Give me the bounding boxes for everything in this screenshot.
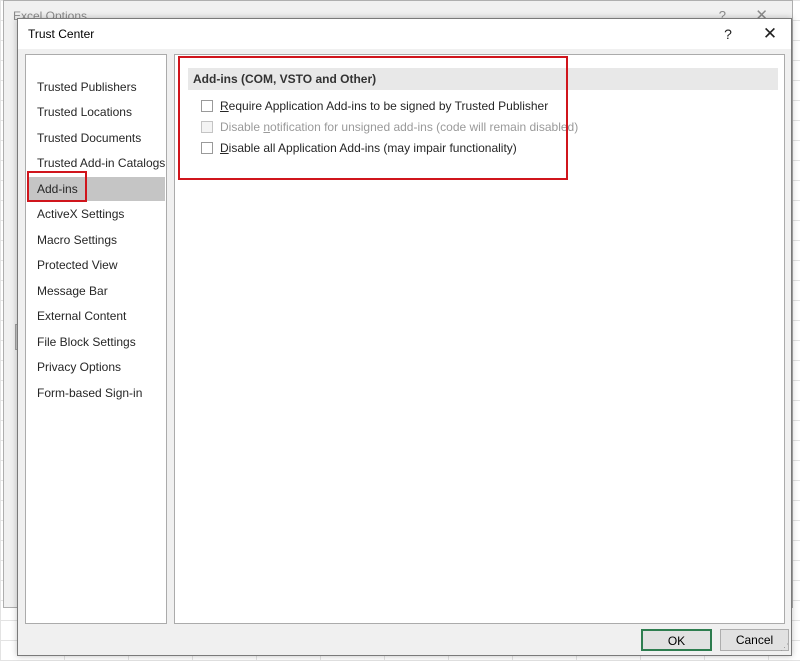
require-signed-label: Require Application Add-ins to be signed…	[220, 99, 549, 113]
nav-item-file-block-settings[interactable]: File Block Settings	[27, 330, 165, 354]
ok-button[interactable]: OK	[641, 629, 712, 651]
require-signed-checkbox[interactable]	[201, 100, 213, 112]
nav-item-message-bar[interactable]: Message Bar	[27, 279, 165, 303]
disable-notification-label: Disable notification for unsigned add-in…	[220, 120, 579, 134]
resize-grip-icon[interactable]: ⋰	[780, 642, 789, 653]
nav-item-add-ins[interactable]: Add-ins	[27, 177, 165, 201]
nav-item-trusted-locations[interactable]: Trusted Locations	[27, 100, 165, 124]
close-button[interactable]: ✕	[757, 22, 783, 46]
dialog-title: Trust Center	[28, 27, 95, 41]
help-button[interactable]: ?	[717, 23, 739, 45]
disable-all-label: Disable all Application Add-ins (may imp…	[220, 141, 517, 155]
nav-item-privacy-options[interactable]: Privacy Options	[27, 355, 165, 379]
trust-center-nav: Trusted Publishers Trusted Locations Tru…	[25, 54, 167, 624]
nav-item-external-content[interactable]: External Content	[27, 304, 165, 328]
disable-notification-checkbox	[201, 121, 213, 133]
trust-center-dialog: Trust Center ? ✕ Trusted Publishers Trus…	[17, 18, 792, 656]
nav-item-macro-settings[interactable]: Macro Settings	[27, 228, 165, 252]
nav-item-form-based-sign-in[interactable]: Form-based Sign-in	[27, 381, 165, 405]
nav-item-trusted-add-in-catalogs[interactable]: Trusted Add-in Catalogs	[27, 151, 165, 175]
disable-all-checkbox[interactable]	[201, 142, 213, 154]
nav-item-trusted-documents[interactable]: Trusted Documents	[27, 126, 165, 150]
nav-item-protected-view[interactable]: Protected View	[27, 253, 165, 277]
nav-item-trusted-publishers[interactable]: Trusted Publishers	[27, 75, 165, 99]
section-header: Add-ins (COM, VSTO and Other)	[188, 68, 778, 90]
nav-item-activex-settings[interactable]: ActiveX Settings	[27, 202, 165, 226]
add-ins-panel: Add-ins (COM, VSTO and Other) Require Ap…	[174, 54, 785, 624]
cancel-button[interactable]: Cancel	[720, 629, 789, 651]
title-bar: Trust Center ? ✕	[18, 19, 791, 49]
